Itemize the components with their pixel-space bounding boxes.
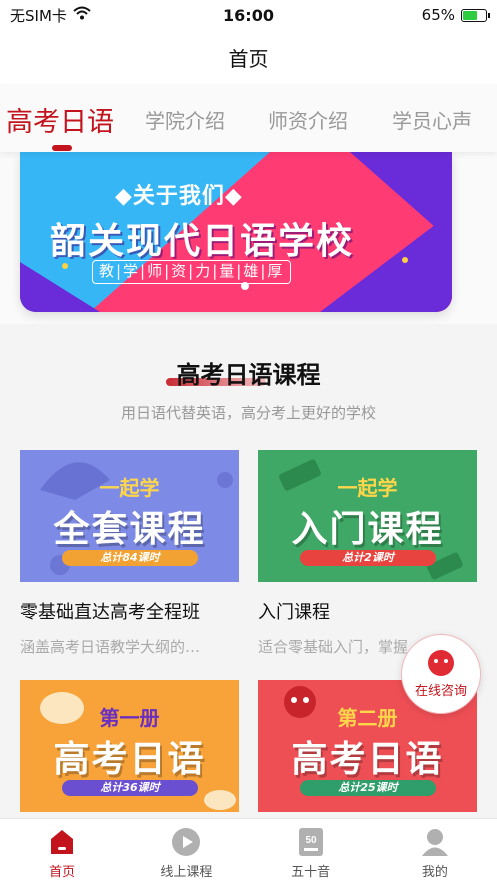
battery-percent: 65%	[421, 6, 455, 24]
course-name[interactable]: 零基础直达高考全程班	[20, 598, 239, 624]
section-subtitle: 用日语代替英语，高分考上更好的学校	[120, 404, 376, 422]
nav-bar: 首页	[0, 30, 497, 84]
course-image-title: 入门课程	[291, 509, 444, 550]
fifty-sounds-icon: 50	[296, 827, 326, 857]
banner-subtitle: ◆关于我们◆	[115, 184, 243, 209]
course-image-title: 全套课程	[53, 509, 206, 550]
course-hours-pill: 总计84课时	[62, 550, 198, 566]
status-left: 无SIM卡	[10, 5, 170, 26]
home-icon	[47, 827, 77, 857]
tabbar-label: 五十音	[291, 865, 331, 880]
course-image[interactable]: 第一册 高考日语 总计36课时	[20, 680, 239, 812]
tabbar-item-online-courses[interactable]: 线上课程	[124, 819, 248, 883]
tabbar-label: 首页	[49, 865, 76, 880]
banner-tag: 教|学|师|资|力|量|雄|厚	[92, 260, 292, 284]
course-card[interactable]: 第一册 高考日语 总计36课时	[20, 680, 239, 813]
course-image-overline: 一起学	[99, 476, 160, 500]
course-card[interactable]: 一起学 全套课程 总计84课时 零基础直达高考全程班 涵盖高考日语教学大纲的…	[20, 450, 239, 657]
active-tab-indicator	[52, 145, 72, 151]
customer-service-icon	[428, 649, 454, 676]
battery-fill	[463, 10, 477, 20]
tabbar-label: 我的	[421, 865, 448, 880]
tabbar-item-home[interactable]: 首页	[0, 819, 124, 883]
online-consult-label: 在线咨询	[414, 683, 467, 699]
course-image-title: 高考日语	[291, 739, 444, 780]
course-image[interactable]: 一起学 入门课程 总计2课时	[258, 450, 477, 582]
course-name[interactable]: 入门课程	[258, 598, 477, 624]
bottom-tab-bar: 首页 线上课程 50 五十音 我的	[0, 818, 497, 883]
play-icon	[171, 827, 201, 857]
battery-icon	[461, 8, 490, 22]
section-title: 高考日语课程	[176, 361, 321, 389]
course-hours-pill: 总计36课时	[62, 780, 198, 796]
tabbar-label: 线上课程	[160, 865, 213, 880]
course-card[interactable]: 一起学 入门课程 总计2课时 入门课程 适合零基础入门，掌握	[258, 450, 477, 657]
course-hours-pill: 总计2课时	[300, 550, 436, 566]
category-tabs: 高考日语 学院介绍 师资介绍 学员心声	[0, 84, 497, 152]
tab-school-intro[interactable]: 学院介绍	[145, 105, 225, 134]
status-right: 65%	[367, 6, 490, 24]
banner-area: ◆关于我们◆ 韶关现代日语学校 教|学|师|资|力|量|雄|厚	[0, 152, 497, 324]
banner-title: 韶关现代日语学校	[50, 221, 355, 262]
tabbar-item-fifty-sounds[interactable]: 50 五十音	[249, 819, 373, 883]
school-banner[interactable]: ◆关于我们◆ 韶关现代日语学校 教|学|师|资|力|量|雄|厚	[20, 152, 452, 312]
tab-gaokao-japanese[interactable]: 高考日语	[6, 100, 114, 139]
svg-text:50: 50	[305, 835, 317, 846]
carrier-label: 无SIM卡	[10, 6, 67, 25]
tabbar-item-mine[interactable]: 我的	[373, 819, 497, 883]
course-image-overline: 一起学	[337, 476, 398, 500]
wifi-icon	[73, 6, 91, 24]
course-hours-pill: 总计25课时	[300, 780, 436, 796]
status-bar: 无SIM卡 16:00 65%	[0, 0, 497, 30]
tab-student-voices[interactable]: 学员心声	[392, 105, 472, 134]
online-consult-button[interactable]: 在线咨询	[401, 634, 481, 714]
user-icon	[420, 827, 450, 857]
course-image-overline: 第一册	[99, 706, 160, 730]
status-time: 16:00	[223, 5, 274, 25]
course-description: 涵盖高考日语教学大纲的…	[20, 638, 201, 656]
page-title: 首页	[228, 46, 269, 71]
tab-teachers-intro[interactable]: 师资介绍	[268, 105, 348, 134]
course-image[interactable]: 一起学 全套课程 总计84课时	[20, 450, 239, 582]
course-image-title: 高考日语	[53, 739, 206, 780]
